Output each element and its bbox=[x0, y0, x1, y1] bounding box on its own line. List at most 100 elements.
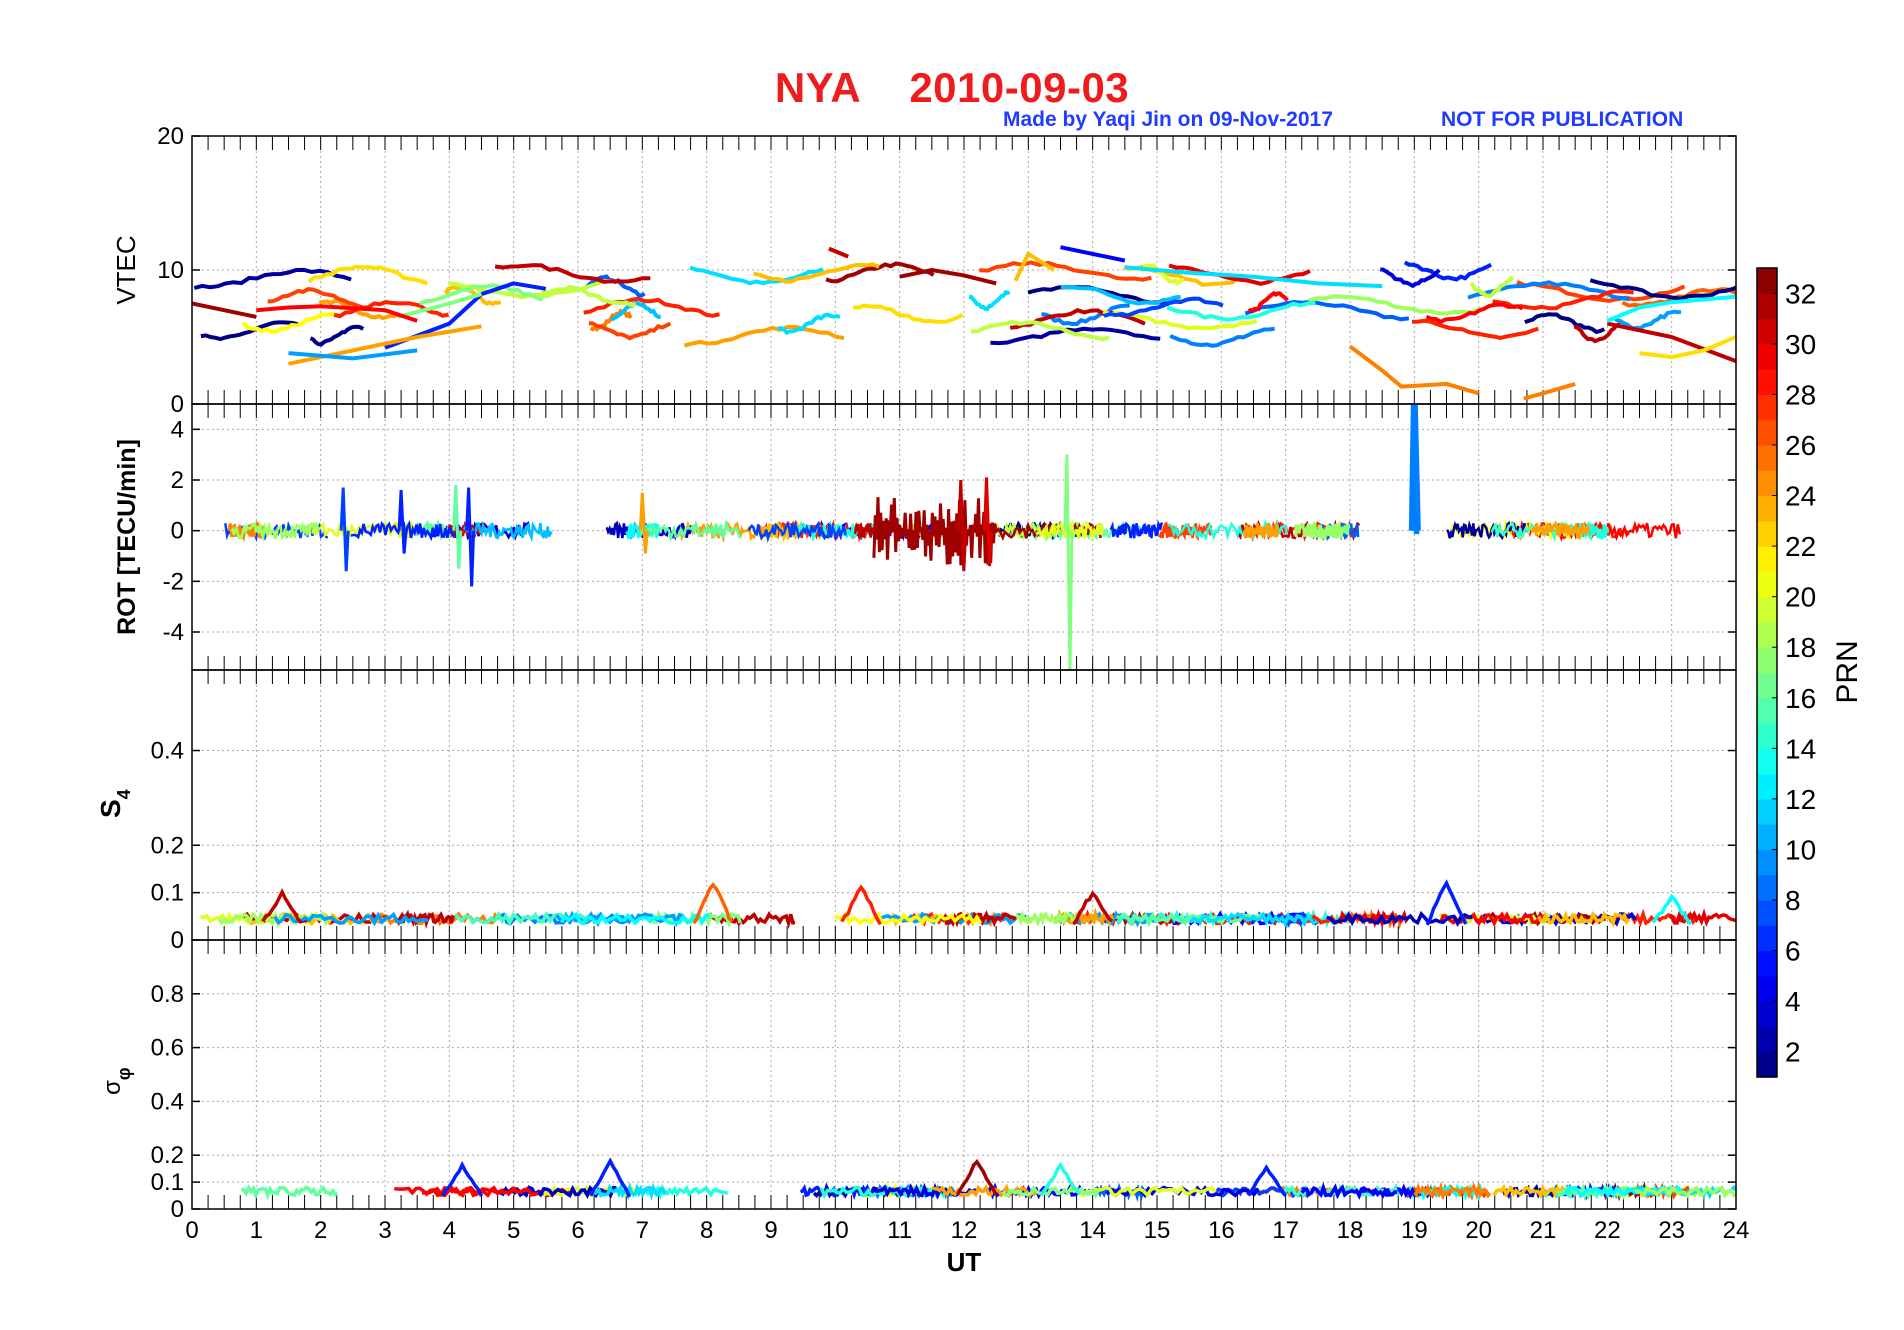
vtec-series bbox=[192, 301, 257, 319]
y-tick-label: 0 bbox=[171, 1196, 184, 1223]
data-s4 bbox=[200, 879, 1736, 930]
y-tick-label: -2 bbox=[163, 568, 184, 595]
vtec-trace bbox=[1166, 301, 1316, 322]
colorbar-tick-label: 26 bbox=[1785, 430, 1816, 461]
x-tick-label: 8 bbox=[700, 1217, 713, 1244]
vtec-trace bbox=[541, 284, 637, 308]
colorbar-tick-label: 16 bbox=[1785, 683, 1816, 714]
colorbar-band bbox=[1757, 748, 1777, 775]
rot-spike bbox=[1408, 404, 1421, 535]
colorbar-tick-label: 24 bbox=[1785, 481, 1816, 512]
colorbar-band bbox=[1757, 824, 1777, 851]
y-axis-label: VTEC bbox=[111, 235, 141, 304]
colorbar-tick-label: 28 bbox=[1785, 379, 1816, 410]
colorbar-band bbox=[1757, 1001, 1777, 1028]
colorbar-tick-label: 10 bbox=[1785, 834, 1816, 865]
x-tick-label: 2 bbox=[314, 1217, 327, 1244]
vtec-trace bbox=[979, 260, 1152, 282]
y-tick-label: 0.6 bbox=[151, 1035, 184, 1062]
colorbar-band bbox=[1757, 1051, 1777, 1078]
y-tick-label: -4 bbox=[163, 619, 184, 646]
figure: 01020VTEC-4-2024ROT [TECU/min]00.10.20.4… bbox=[95, 123, 1864, 1277]
vtec-trace bbox=[1169, 326, 1275, 348]
y-tick-label: 0 bbox=[171, 927, 184, 954]
colorbar-tick-label: 8 bbox=[1785, 885, 1801, 916]
colorbar-tick-label: 4 bbox=[1785, 986, 1801, 1017]
colorbar-band bbox=[1757, 419, 1777, 446]
y-axis-label: σφ bbox=[99, 1067, 134, 1095]
colorbar-band bbox=[1757, 546, 1777, 572]
x-axis-label: UT bbox=[947, 1247, 982, 1277]
x-tick-label: 20 bbox=[1465, 1217, 1492, 1244]
y-tick-label: 10 bbox=[157, 257, 184, 284]
y-tick-label: 0 bbox=[171, 518, 184, 545]
vtec-series bbox=[1523, 381, 1576, 401]
vtec-trace bbox=[968, 289, 1011, 312]
x-tick-label: 18 bbox=[1337, 1217, 1364, 1244]
x-tick-label: 9 bbox=[764, 1217, 777, 1244]
colorbar-band bbox=[1757, 950, 1777, 977]
vtec-series bbox=[828, 246, 849, 259]
x-tick-label: 19 bbox=[1401, 1217, 1428, 1244]
y-tick-label: 0.2 bbox=[151, 832, 184, 859]
colorbar-band bbox=[1757, 621, 1777, 648]
colorbar-band bbox=[1757, 318, 1777, 345]
colorbar-band bbox=[1757, 596, 1777, 623]
station-name: NYA bbox=[774, 64, 862, 111]
rot-spike bbox=[1063, 454, 1074, 670]
x-tick-label: 10 bbox=[822, 1217, 849, 1244]
data-rot bbox=[224, 404, 1682, 670]
credit-label: Made by Yaqi Jin on 09-Nov-2017 bbox=[1003, 108, 1333, 131]
vtec-trace bbox=[683, 324, 845, 348]
panel-rot: -4 -2 0 2 4 ROT [TECU/min] bbox=[113, 403, 1737, 671]
panel-s4: 0 0.1 0.2 0.4 S4 bbox=[95, 669, 1737, 954]
y-tick-label: 0.2 bbox=[151, 1142, 184, 1169]
x-tick-label: 17 bbox=[1272, 1217, 1299, 1244]
vtec-trace bbox=[853, 303, 964, 324]
colorbar-band bbox=[1757, 470, 1777, 497]
vtec-trace bbox=[1411, 318, 1539, 341]
vtec-series bbox=[1013, 251, 1056, 282]
vtec-trace bbox=[494, 263, 651, 284]
y-tick-label: 2 bbox=[171, 467, 184, 494]
colorbar-tick-label: 2 bbox=[1785, 1037, 1801, 1068]
colorbar-band bbox=[1757, 697, 1777, 724]
colorbar-band bbox=[1757, 1026, 1777, 1053]
colorbar-band bbox=[1757, 394, 1777, 421]
colorbar-band bbox=[1757, 293, 1777, 320]
y-tick-label: 4 bbox=[171, 416, 184, 443]
x-tick-label: 16 bbox=[1208, 1217, 1235, 1244]
x-tick-label: 7 bbox=[636, 1217, 649, 1244]
y-tick-label: 0 bbox=[171, 391, 184, 418]
vtec-trace bbox=[588, 321, 672, 341]
colorbar-band bbox=[1757, 900, 1777, 926]
y-tick-label: 0.4 bbox=[151, 1088, 184, 1115]
colorbar-band bbox=[1757, 925, 1777, 952]
x-tick-label: 15 bbox=[1144, 1217, 1171, 1244]
colorbar-band bbox=[1757, 723, 1777, 749]
rot-trace bbox=[1294, 519, 1344, 541]
colorbar-band bbox=[1757, 571, 1777, 598]
y-axis-label: S4 bbox=[95, 789, 134, 818]
colorbar-band bbox=[1757, 874, 1777, 901]
rot-spike bbox=[397, 490, 408, 554]
chart-title: NYA 2010-09-03 bbox=[0, 64, 1904, 112]
vtec-trace bbox=[307, 264, 429, 286]
colorbar-tick-label: 12 bbox=[1785, 784, 1816, 815]
colorbar-band bbox=[1757, 672, 1777, 699]
x-tick-label: 21 bbox=[1530, 1217, 1557, 1244]
panel-sigma_phi: 00.10.2 0.4 0.6 0.8 σφ bbox=[99, 939, 1737, 1223]
panel-vtec: 0 10 20 VTEC bbox=[111, 123, 1737, 418]
colorbar-band bbox=[1757, 849, 1777, 876]
y-tick-label: 0.8 bbox=[151, 981, 184, 1008]
colorbar-band bbox=[1757, 520, 1777, 547]
data-sigma_phi bbox=[240, 1157, 1736, 1203]
x-tick-label: 11 bbox=[887, 1217, 912, 1244]
x-tick-label: 0 bbox=[185, 1217, 198, 1244]
colorbar-band bbox=[1757, 798, 1777, 825]
colorbar-band bbox=[1757, 975, 1777, 1002]
colorbar-band bbox=[1757, 647, 1777, 674]
rot-burst bbox=[872, 497, 998, 566]
x-tick-label: 1 bbox=[250, 1217, 263, 1244]
colorbar: 2468101214161820222426283032PRN bbox=[1756, 267, 1864, 1078]
